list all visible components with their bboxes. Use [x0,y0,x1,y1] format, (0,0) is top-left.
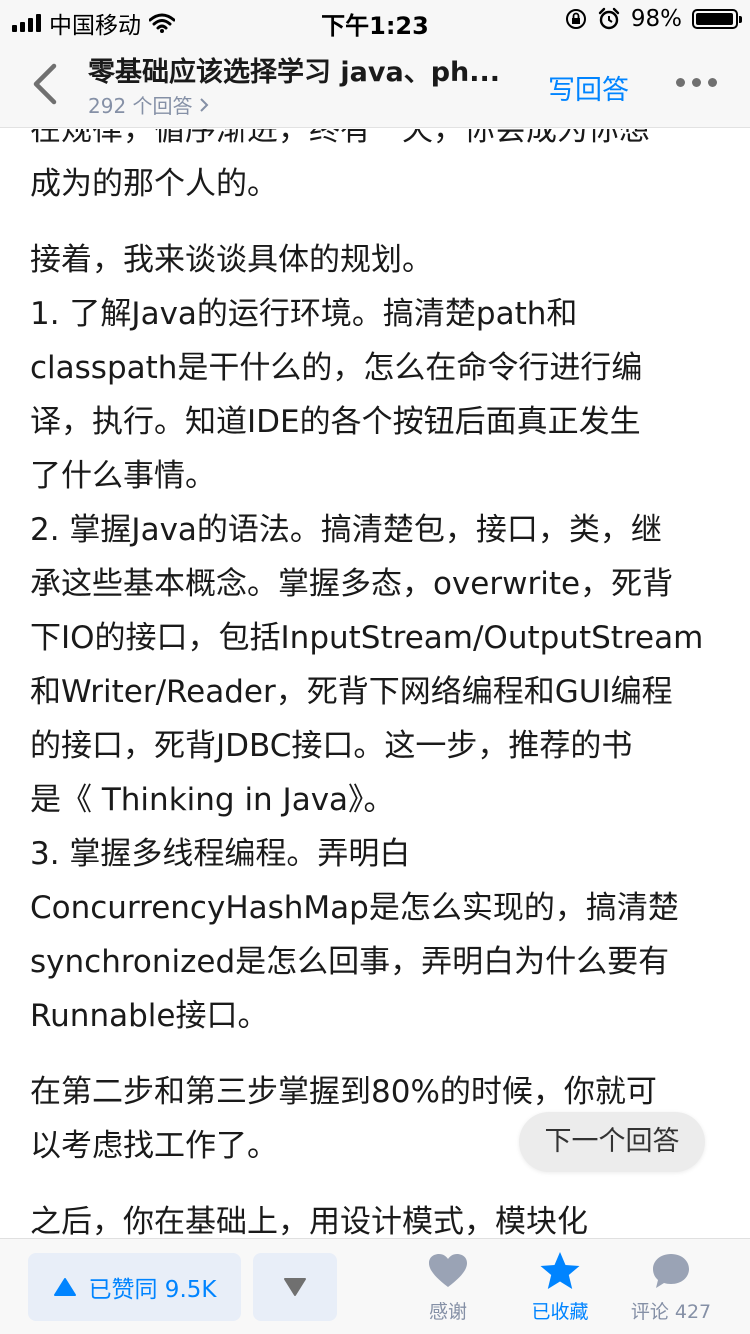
answer-content: 在规律，循序渐进，终有一天，你会成为你想 成为的那个人的。 接着，我来谈谈具体的… [0,129,750,1239]
answer-line: 译，执行。知道IDE的各个按钮后面真正发生 [30,404,641,440]
comment-button[interactable]: 评论 427 [616,1249,726,1324]
answer-line: Runnable接口。 [30,998,269,1034]
answer-line: 了什么事情。 [30,458,216,494]
heart-icon [429,1254,467,1287]
answer-line: 接着，我来谈谈具体的规划。 [30,242,433,278]
answer-line: 的接口，死背JDBC接口。这一步，推荐的书 [30,728,633,764]
answer-line: 成为的那个人的。 [30,166,278,202]
answer-line: synchronized是怎么回事，弄明白为什么要有 [30,944,670,980]
answer-line: 下IO的接口，包括InputStream/OutputStream [30,620,704,656]
answer-line: ConcurrencyHashMap是怎么实现的，搞清楚 [30,890,679,926]
question-title[interactable]: 零基础应该选择学习 java、ph... [88,50,528,89]
answer-line: 是《 Thinking in Java》。 [30,782,395,818]
upvote-button[interactable]: 已赞同 9.5K [28,1253,241,1321]
downvote-button[interactable] [253,1253,337,1321]
answer-line: 3. 掌握多线程编程。弄明白 [30,836,411,872]
chevron-right-icon [199,97,208,112]
answer-text: 在规律，循序渐进，终有一天，你会成为你想 成为的那个人的。 接着，我来谈谈具体的… [30,129,730,1239]
answer-line: 1. 了解Java的运行环境。搞清楚path和 [30,296,578,332]
answer-line: 2. 掌握Java的语法。搞清楚包，接口，类，继 [30,512,662,548]
collected-label: 已收藏 [531,1301,589,1323]
answer-line: 在规律，循序渐进，终有一天，你会成为你想 [30,129,650,148]
nav-bar: 零基础应该选择学习 java、ph... 292 个回答 写回答 [0,40,750,128]
orientation-lock-icon [565,9,586,29]
answers-count: 292 个回答 [88,94,193,118]
status-bar: 中国移动 下午1:23 98% [0,0,750,40]
answers-count-link[interactable]: 292 个回答 [88,90,209,119]
answer-line: 之后，你在基础上，用设计模式，模块化 [30,1204,588,1239]
thanks-button[interactable]: 感谢 [393,1249,503,1324]
answer-line: 在第二步和第三步掌握到80%的时候，你就可 [30,1074,657,1110]
comment-label: 评论 427 [630,1301,712,1323]
battery-percent: 98% [630,6,682,32]
next-answer-button[interactable]: 下一个回答 [519,1112,705,1172]
triangle-up-icon [53,1278,76,1296]
bottom-action-bar: 已赞同 9.5K 感谢 已收藏 评论 427 [0,1238,750,1334]
comment-bubble-icon [653,1254,689,1288]
collect-button[interactable]: 已收藏 [505,1249,615,1324]
thanks-label: 感谢 [428,1301,467,1323]
answer-line: 和Writer/Reader，死背下网络编程和GUI编程 [30,674,673,710]
back-arrow-icon[interactable] [28,62,68,106]
battery-icon [692,9,742,29]
star-icon [540,1252,580,1289]
answer-line: 承这些基本概念。掌握多态，overwrite，死背 [30,566,674,602]
status-right: 98% [565,6,742,32]
answer-line: classpath是干什么的，怎么在命令行进行编 [30,350,643,386]
triangle-down-icon [284,1278,306,1296]
upvote-label: 已赞同 9.5K [88,1277,217,1303]
more-icon[interactable] [676,78,717,87]
battery-fill [696,13,733,25]
alarm-icon [598,7,620,30]
write-answer-button[interactable]: 写回答 [548,68,629,107]
